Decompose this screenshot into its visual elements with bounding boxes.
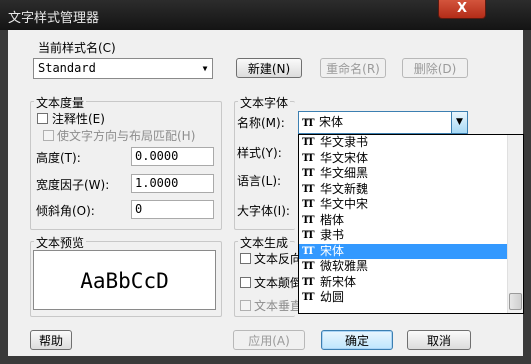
- font-option-label: 微软雅黑: [320, 259, 369, 273]
- font-dropdown-list[interactable]: TT 华文隶书 TT 华文宋体 TT 华文细黑 TT 华文新魏 TT 华文中宋 TT 楷体 TT 隶书 TT…: [298, 134, 524, 314]
- title-bar: 文字样式管理器 X: [0, 0, 531, 30]
- font-option-label: 新宋体: [320, 274, 357, 289]
- vertical-label-clip: 文本垂直: [254, 297, 298, 314]
- font-option-label: 幼圆: [320, 290, 345, 304]
- annotative-label: 注释性(E): [52, 112, 105, 126]
- font-option[interactable]: TT 华文隶书: [299, 135, 507, 151]
- font-dropdown-items: TT 华文隶书 TT 华文宋体 TT 华文细黑 TT 华文新魏 TT 华文中宋 TT 楷体 TT 隶书 TT…: [299, 135, 507, 306]
- upside-label-clip: 文本颠倒: [254, 274, 298, 291]
- match-orientation-label: 使文字方向与布局匹配(H): [57, 129, 196, 143]
- generation-title: 文本生成: [238, 234, 291, 251]
- oblique-angle-label: 倾斜角(O):: [36, 204, 95, 218]
- current-style-label: 当前样式名(C): [38, 41, 116, 55]
- font-style-label: 样式(Y):: [237, 146, 282, 160]
- truetype-icon: TT: [302, 183, 315, 195]
- delete-button[interactable]: 删除(D): [402, 58, 468, 78]
- chevron-down-icon[interactable]: ▼: [451, 112, 467, 133]
- vertical-label: 文本垂直: [254, 299, 298, 313]
- close-button[interactable]: X: [438, 0, 486, 19]
- font-option-label: 楷体: [320, 212, 345, 227]
- font-option[interactable]: TT 隶书: [299, 228, 507, 244]
- font-option[interactable]: TT 华文宋体: [299, 151, 507, 167]
- annotative-checkbox[interactable]: [37, 113, 48, 124]
- cancel-button[interactable]: 取消: [407, 330, 471, 350]
- font-option[interactable]: TT 幼圆: [299, 290, 507, 306]
- font-option-label: 华文隶书: [320, 135, 369, 149]
- font-option[interactable]: TT 新宋体: [299, 275, 507, 291]
- font-name-label: 名称(M):: [237, 116, 285, 130]
- font-option[interactable]: TT 宋体: [299, 243, 507, 259]
- font-option[interactable]: TT 楷体: [299, 213, 507, 229]
- dropdown-scrollbar[interactable]: [507, 135, 523, 313]
- font-name-select[interactable]: TT 宋体 ▼: [298, 111, 468, 134]
- text-preview-box: AaBbCcD: [33, 250, 216, 310]
- text-font-title: 文本字体: [238, 94, 291, 111]
- language-label: 语言(L):: [237, 174, 282, 188]
- font-option[interactable]: TT 华文中宋: [299, 197, 507, 213]
- vertical-checkbox[interactable]: [240, 300, 251, 311]
- truetype-icon: TT: [302, 199, 315, 210]
- current-style-select[interactable]: Standard ▼: [33, 58, 213, 79]
- new-button[interactable]: 新建(N): [236, 58, 302, 78]
- font-option[interactable]: TT 华文细黑: [299, 166, 507, 182]
- help-button[interactable]: 帮助: [30, 330, 72, 350]
- truetype-icon: TT: [302, 152, 315, 164]
- font-option-label: 华文中宋: [320, 197, 369, 211]
- window-title: 文字样式管理器: [8, 11, 100, 26]
- truetype-icon: TT: [302, 276, 315, 288]
- text-metrics-title: 文本度量: [34, 94, 87, 111]
- truetype-icon: TT: [302, 214, 315, 226]
- font-option[interactable]: TT 华文新魏: [299, 182, 507, 198]
- ok-button[interactable]: 确定: [321, 330, 393, 350]
- reverse-label: 文本反向: [254, 252, 298, 266]
- truetype-icon: TT: [302, 137, 315, 148]
- match-orientation-checkbox[interactable]: [43, 130, 54, 141]
- font-option-label: 华文新魏: [320, 181, 369, 196]
- width-factor-label: 宽度因子(W):: [36, 178, 110, 192]
- font-name-value: 宋体: [319, 115, 344, 129]
- truetype-icon: TT: [302, 168, 315, 179]
- font-option-label: 华文宋体: [320, 150, 369, 165]
- font-option-label: 宋体: [320, 243, 345, 258]
- height-input[interactable]: 0.0000: [131, 147, 214, 166]
- truetype-icon: TT: [302, 292, 315, 303]
- apply-button[interactable]: 应用(A): [233, 330, 305, 350]
- reverse-checkbox[interactable]: [240, 253, 251, 264]
- rename-button[interactable]: 重命名(R): [320, 58, 386, 78]
- width-factor-input[interactable]: 1.0000: [131, 174, 214, 193]
- current-style-value: Standard: [38, 61, 96, 75]
- truetype-icon: TT: [302, 261, 315, 272]
- reverse-label-clip: 文本反向: [254, 250, 298, 267]
- oblique-angle-input[interactable]: 0: [131, 200, 214, 219]
- truetype-icon: TT: [302, 245, 315, 257]
- preview-title: 文本预览: [34, 234, 87, 251]
- big-font-label: 大字体(I):: [237, 204, 290, 218]
- preview-sample-text: AaBbCcD: [80, 269, 169, 293]
- font-option-label: 隶书: [320, 228, 345, 242]
- scrollbar-thumb[interactable]: [509, 293, 522, 310]
- font-option-label: 华文细黑: [320, 166, 369, 180]
- height-label: 高度(T):: [36, 151, 81, 165]
- font-option[interactable]: TT 微软雅黑: [299, 259, 507, 275]
- upside-down-checkbox[interactable]: [240, 277, 251, 288]
- truetype-icon: TT: [302, 118, 315, 129]
- upside-down-label: 文本颠倒: [254, 276, 298, 290]
- chevron-down-icon[interactable]: ▼: [199, 59, 211, 78]
- truetype-icon: TT: [302, 230, 315, 241]
